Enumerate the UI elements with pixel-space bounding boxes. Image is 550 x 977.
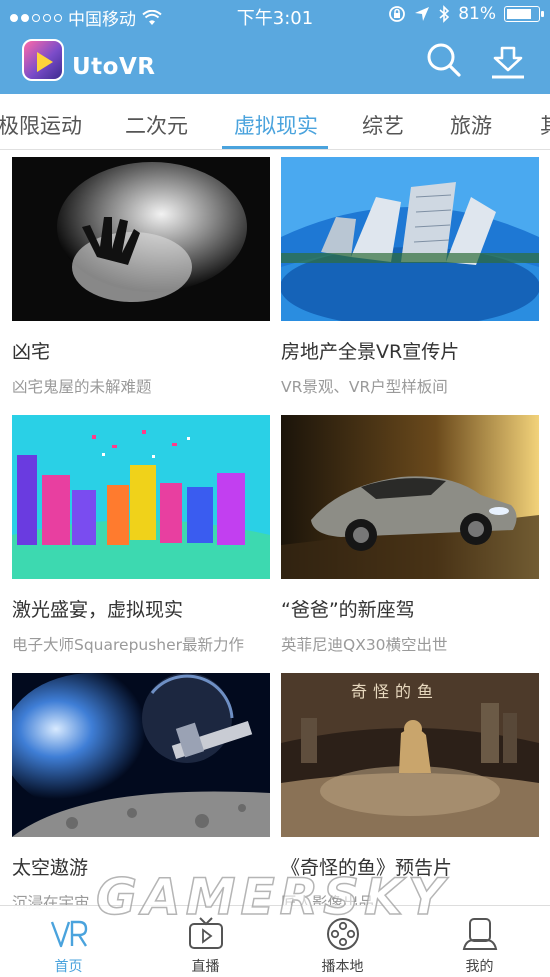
svg-text:怪: 怪 <box>373 682 389 701</box>
video-thumbnail[interactable] <box>12 157 270 321</box>
app-header: 中国移动 下午3:01 81% UtoVR <box>0 0 550 94</box>
video-title[interactable]: 房地产全景VR宣传片 <box>281 337 539 364</box>
video-card[interactable]: 激光盛宴，虚拟现实 电子大师Squarepusher最新力作 <box>12 415 270 655</box>
video-title[interactable]: 太空遨游 <box>12 853 270 880</box>
status-bar: 中国移动 下午3:01 81% <box>0 0 550 30</box>
video-subtitle: 凶宅鬼屋的未解难题 <box>12 378 152 396</box>
video-subtitle: VR景观、VR户型样板间 <box>281 378 448 396</box>
rotation-lock-icon <box>389 6 406 22</box>
app-name: UtoVR <box>72 54 156 80</box>
nav-mine[interactable]: 我的 <box>411 906 548 977</box>
app-logo <box>22 39 64 81</box>
vr-icon <box>50 920 87 948</box>
battery-percent: 81% <box>458 4 496 24</box>
nav-live-label: 直播 <box>191 959 220 975</box>
location-arrow-icon <box>415 7 430 21</box>
video-title[interactable]: 《奇怪的鱼》预告片 <box>281 853 539 880</box>
video-thumbnail[interactable] <box>281 415 539 579</box>
video-card[interactable]: 房地产全景VR宣传片 VR景观、VR户型样板间 <box>281 157 539 397</box>
video-subtitle: 英菲尼迪QX30横空出世 <box>281 636 448 654</box>
nav-home[interactable]: 首页 <box>0 906 137 977</box>
bluetooth-icon <box>439 5 450 23</box>
video-card[interactable]: “爸爸”的新座驾 英菲尼迪QX30横空出世 <box>281 415 539 655</box>
profile-icon <box>462 918 497 950</box>
nav-mine-label: 我的 <box>465 959 494 975</box>
nav-live[interactable]: 直播 <box>137 906 274 977</box>
active-tab-indicator <box>222 146 328 149</box>
download-icon[interactable] <box>488 42 528 82</box>
video-subtitle: 电子大师Squarepusher最新力作 <box>12 636 245 654</box>
video-thumbnail[interactable] <box>281 157 539 321</box>
app-bar: UtoVR <box>0 30 550 94</box>
video-title[interactable]: 激光盛宴，虚拟现实 <box>12 595 270 622</box>
nav-local-label: 播本地 <box>321 959 364 975</box>
video-thumbnail[interactable] <box>12 415 270 579</box>
tab-anime[interactable]: 二次元 <box>125 110 188 140</box>
nav-local[interactable]: 播本地 <box>274 906 411 977</box>
battery-icon <box>504 6 544 22</box>
film-reel-icon <box>326 918 359 950</box>
tab-variety[interactable]: 综艺 <box>362 110 404 140</box>
tab-travel[interactable]: 旅游 <box>450 110 492 140</box>
video-card[interactable]: 奇怪的鱼 《奇怪的鱼》预告片 匠人影像出品 <box>281 673 539 913</box>
bottom-tab-bar: 首页 直播 播本地 我的 <box>0 905 550 977</box>
video-title[interactable]: 凶宅 <box>12 337 270 364</box>
svg-text:奇: 奇 <box>351 682 367 701</box>
tab-virtual-reality[interactable]: 虚拟现实 <box>234 110 318 140</box>
video-card[interactable]: 凶宅 凶宅鬼屋的未解难题 <box>12 157 270 397</box>
video-card[interactable]: 太空遨游 沉浸在宇宙 <box>12 673 270 913</box>
video-thumbnail[interactable] <box>12 673 270 837</box>
live-tv-icon <box>188 917 223 949</box>
tab-extreme-sports[interactable]: 极限运动 <box>0 110 82 140</box>
video-title[interactable]: “爸爸”的新座驾 <box>281 595 539 622</box>
nav-home-label: 首页 <box>54 959 83 975</box>
tab-more[interactable]: 其 <box>540 110 550 140</box>
svg-text:鱼: 鱼 <box>417 682 433 701</box>
category-tabs: 极限运动 二次元 虚拟现实 综艺 旅游 其 <box>0 94 550 150</box>
video-thumbnail[interactable]: 奇怪的鱼 <box>281 673 539 837</box>
search-icon[interactable] <box>424 40 464 80</box>
svg-text:的: 的 <box>395 682 411 701</box>
